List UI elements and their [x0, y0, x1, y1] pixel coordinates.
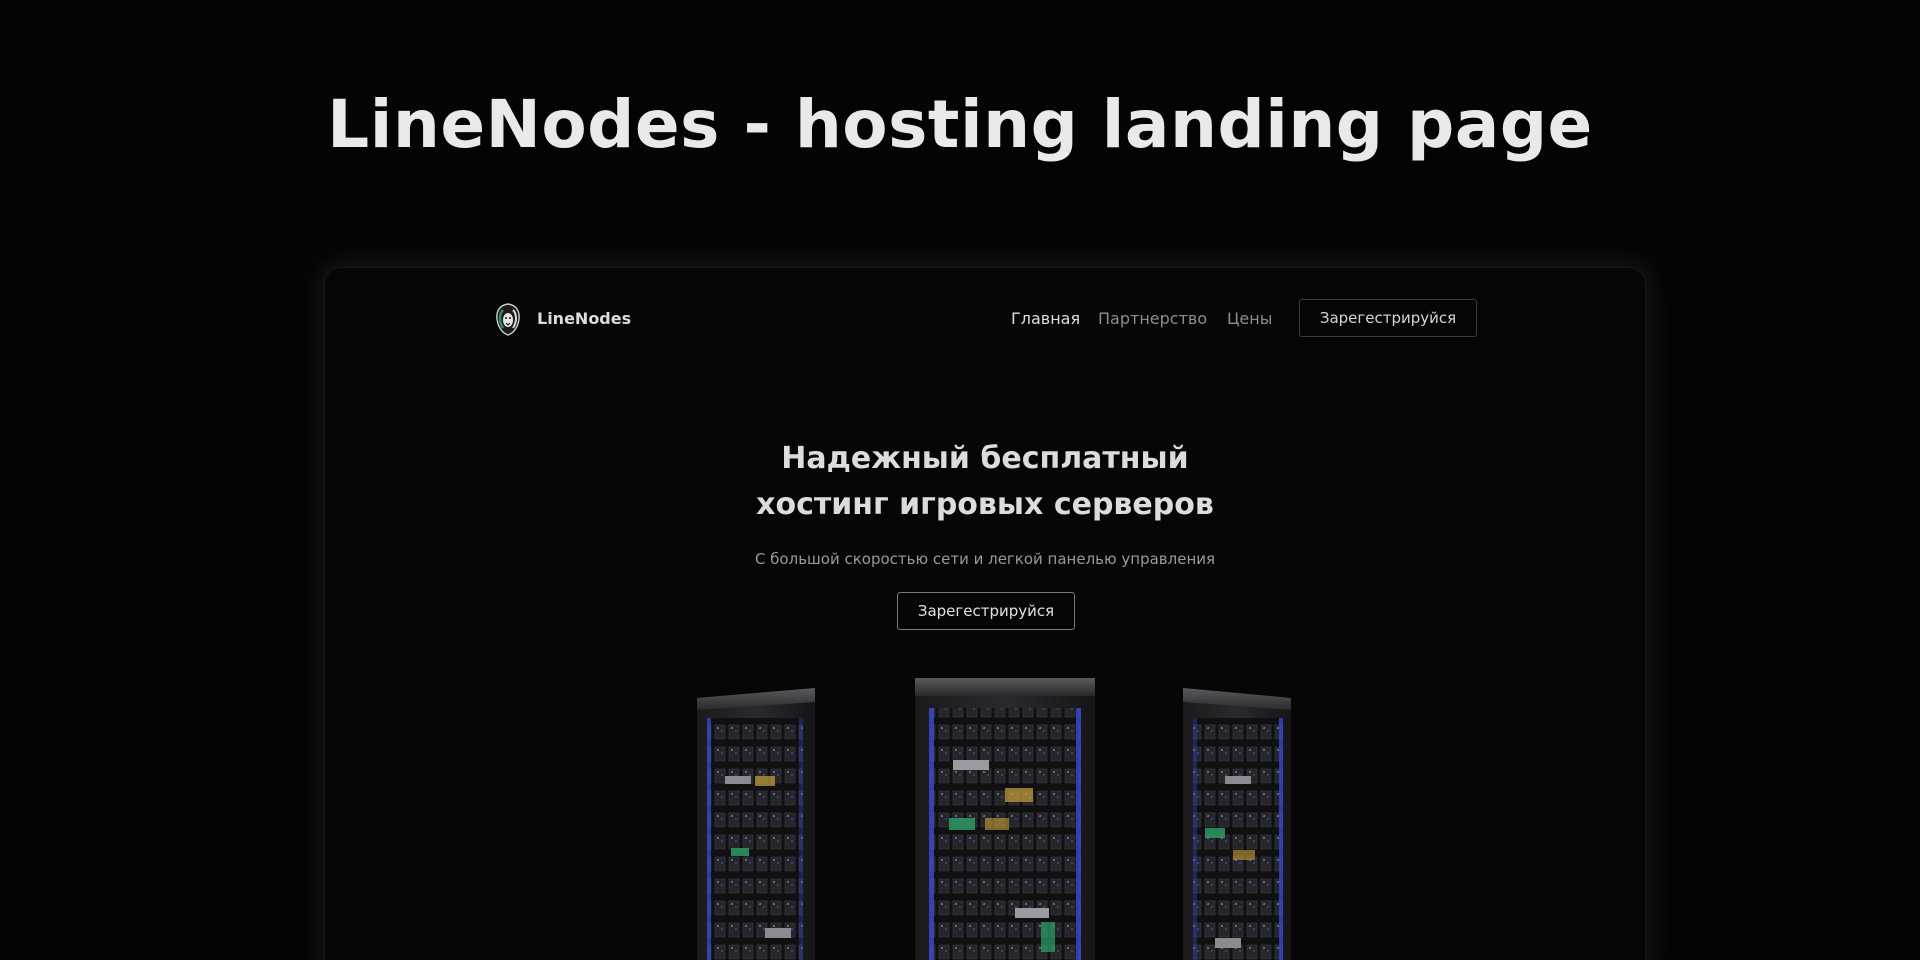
lion-logo-icon[interactable] — [493, 302, 523, 336]
hero-subtitle: С большой скоростью сети и легкой панель… — [754, 550, 1216, 568]
brand-name[interactable]: LineNodes — [537, 309, 631, 328]
landing-page-frame: LineNodes Главная Партнерство Цены Зарег… — [325, 268, 1645, 960]
hero-register-button[interactable]: Зарегестрируйся — [897, 592, 1075, 630]
top-navbar: LineNodes Главная Партнерство Цены Зарег… — [325, 298, 1645, 338]
server-rack-left — [697, 688, 815, 960]
nav-link-partnership[interactable]: Партнерство — [1098, 309, 1207, 328]
showcase-title: LineNodes - hosting landing page — [327, 86, 1593, 163]
hero-title-line-1: Надежный бесплатный — [781, 441, 1189, 476]
hero-title: Надежный бесплатный хостинг игровых серв… — [325, 436, 1645, 528]
server-rack-center — [915, 678, 1095, 960]
nav-link-home[interactable]: Главная — [1011, 309, 1080, 328]
server-rack-right — [1183, 688, 1291, 960]
hero-title-line-2: хостинг игровых серверов — [756, 487, 1214, 522]
nav-link-prices[interactable]: Цены — [1227, 309, 1272, 328]
server-racks-image — [697, 678, 1291, 960]
nav-register-button[interactable]: Зарегестрируйся — [1299, 299, 1477, 337]
